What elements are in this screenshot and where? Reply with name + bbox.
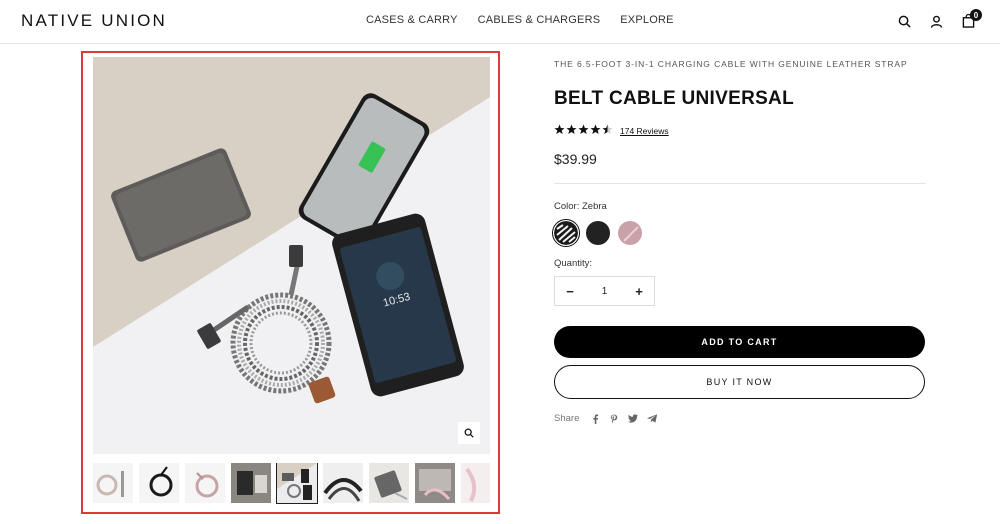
thumbnail-pink-partial[interactable] (461, 463, 490, 503)
share-label: Share (554, 413, 580, 424)
color-swatches (552, 219, 642, 247)
thumbnail-zebra-closeup[interactable] (323, 463, 363, 503)
header-actions: 0 (894, 9, 982, 31)
telegram-icon[interactable] (647, 414, 658, 424)
product-gallery: 10:53 (81, 51, 500, 514)
thumbnail-cable-black[interactable] (139, 463, 179, 503)
nav-cables-chargers[interactable]: CABLES & CHARGERS (478, 14, 601, 26)
account-icon[interactable] (926, 11, 946, 31)
reviews-link[interactable]: 174 Reviews (620, 126, 669, 136)
magnifier-icon (464, 428, 474, 438)
thumbnail-flatlay-selected[interactable] (276, 463, 318, 504)
product-rating: 174 Reviews (554, 124, 669, 138)
quantity-label: Quantity: (554, 258, 593, 269)
brand-logo[interactable]: NATIVE UNION (21, 11, 167, 31)
share-row: Share (554, 413, 658, 424)
cart-icon[interactable]: 0 (958, 9, 982, 31)
thumbnail-lifestyle[interactable] (231, 463, 271, 503)
pinterest-icon[interactable] (609, 414, 619, 424)
product-subtitle: THE 6.5-FOOT 3-IN-1 CHARGING CABLE WITH … (554, 59, 908, 69)
nav-cases-carry[interactable]: CASES & CARRY (366, 14, 458, 26)
quantity-stepper: − 1 + (554, 276, 655, 306)
color-label: Color: Zebra (554, 201, 607, 212)
add-to-cart-button[interactable]: ADD TO CART (554, 326, 925, 358)
thumbnail-phone-charging[interactable] (369, 463, 409, 503)
quantity-increase-button[interactable]: + (624, 277, 654, 305)
thumbnail-pink-laptop[interactable] (415, 463, 455, 503)
twitter-icon[interactable] (628, 414, 639, 424)
swatch-black[interactable] (586, 221, 610, 245)
site-header: NATIVE UNION CASES & CARRY CABLES & CHAR… (0, 0, 1000, 44)
nav-explore[interactable]: EXPLORE (620, 14, 673, 26)
color-label-text: Color: (554, 201, 580, 212)
rating-stars (554, 124, 614, 138)
quantity-input[interactable]: 1 (602, 286, 608, 297)
swatch-zebra[interactable] (552, 219, 580, 247)
swatch-rose[interactable] (618, 221, 642, 245)
cart-count-badge: 0 (970, 9, 982, 21)
quantity-decrease-button[interactable]: − (555, 277, 585, 305)
zoom-button[interactable] (458, 422, 480, 444)
flatlay-illustration: 10:53 (93, 57, 490, 454)
thumbnail-cable-white[interactable] (93, 463, 133, 503)
main-product-image[interactable]: 10:53 (93, 57, 490, 454)
buy-it-now-button[interactable]: BUY IT NOW (554, 365, 925, 399)
main-nav: CASES & CARRY CABLES & CHARGERS EXPLORE (366, 14, 674, 26)
thumbnail-cable-rose[interactable] (185, 463, 225, 503)
color-value: Zebra (581, 201, 607, 212)
thumbnail-strip (93, 463, 490, 505)
facebook-icon[interactable] (590, 414, 600, 424)
search-icon[interactable] (894, 11, 914, 31)
divider (554, 183, 926, 184)
product-title: BELT CABLE UNIVERSAL (554, 88, 794, 109)
product-price: $39.99 (554, 151, 597, 167)
